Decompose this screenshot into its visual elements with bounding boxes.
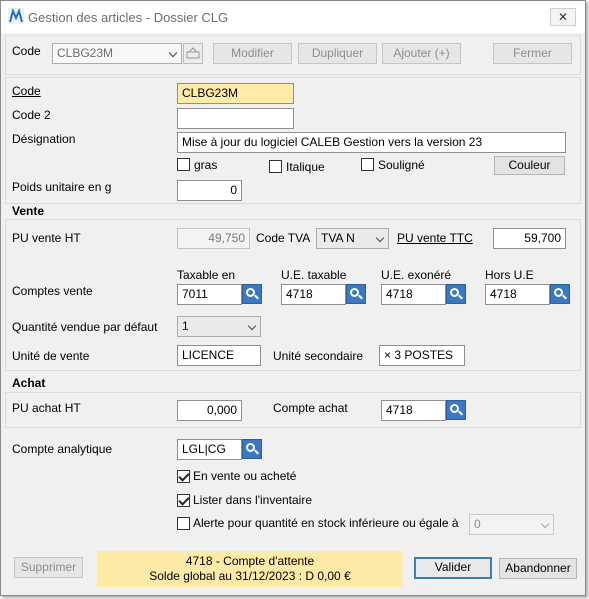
hors-ue-search-icon[interactable] [550,284,570,304]
alerte-seuil-value: 0 [474,517,481,531]
window-title: Gestion des articles - Dossier CLG [28,10,229,25]
poids-label: Poids unitaire en g [12,180,112,194]
title-bar: Gestion des articles - Dossier CLG ✕ [1,1,585,33]
ue-taxable-label: U.E. taxable [281,268,347,282]
status-line-2: Solde global au 31/12/2023 : D 0,00 € [149,569,351,583]
chevron-down-icon [540,519,550,529]
en-vente-label: En vente ou acheté [193,469,297,483]
pu-vente-ttc-field[interactable]: 59,700 [493,228,566,249]
ue-taxable-search-icon[interactable] [346,284,366,304]
couleur-button[interactable]: Couleur [494,156,565,175]
chevron-down-icon [375,233,385,243]
article-window: Gestion des articles - Dossier CLG ✕ Cod… [0,0,586,596]
pu-vente-ttc-label: PU vente TTC [397,231,473,245]
compte-analytique-field[interactable]: LGL|CG [177,439,242,460]
hors-ue-label: Hors U.E [485,268,534,282]
code-field[interactable]: CLBG23M [177,83,294,104]
unite-secondaire-field[interactable]: × 3 POSTES [379,345,465,366]
taxable-label: Taxable en [177,268,236,282]
alerte-label: Alerte pour quantité en stock inférieure… [193,516,459,530]
toolbar-code-label: Code [12,44,41,58]
compte-analytique-label: Compte analytique [12,442,113,456]
code2-field[interactable] [177,108,294,129]
qte-defaut-select[interactable]: 1 [177,316,261,337]
poids-field[interactable]: 0 [177,180,242,201]
vente-section-title: Vente [12,204,45,218]
supprimer-button[interactable]: Supprimer [14,557,83,578]
italique-checkbox[interactable] [269,160,282,173]
keyboard-icon[interactable] [183,43,203,64]
modifier-button[interactable]: Modifier [213,43,292,64]
pu-achat-field[interactable]: 0,000 [177,400,242,421]
compte-analytique-search-icon[interactable] [242,439,262,459]
compte-achat-field[interactable]: 4718 [381,400,446,421]
status-line-1: 4718 - Compte d'attente [185,554,315,568]
fermer-button[interactable]: Fermer [493,43,572,64]
compte-achat-search-icon[interactable] [446,400,466,420]
qte-defaut-value: 1 [182,319,189,333]
code-tva-value: TVA N [321,231,355,245]
pu-achat-label: PU achat HT [12,401,81,415]
compte-achat-label: Compte achat [273,401,348,415]
comptes-vente-label: Comptes vente [12,284,93,298]
achat-section-title: Achat [12,376,46,390]
valider-button[interactable]: Valider [414,557,492,579]
hors-ue-field[interactable]: 4718 [485,284,550,305]
en-vente-checkbox[interactable] [177,470,190,483]
gras-checkbox[interactable] [177,158,190,171]
code-tva-select[interactable]: TVA N [316,228,389,249]
gras-label: gras [194,158,218,172]
alerte-seuil-select[interactable]: 0 [469,514,554,535]
pu-vente-ttc-label-text: PU vente TTC [397,231,473,245]
code-label-text: Code [12,84,41,98]
italique-label: Italique [286,160,325,174]
ue-taxable-field[interactable]: 4718 [281,284,346,305]
inventaire-label: Lister dans l'inventaire [193,493,313,507]
taxable-field[interactable]: 7011 [177,284,242,305]
chevron-down-icon [168,48,178,58]
app-icon [8,8,24,24]
dupliquer-button[interactable]: Dupliquer [298,43,377,64]
code-tva-label: Code TVA [256,231,311,245]
pu-vente-ht-label: PU vente HT [12,231,81,245]
code-select-value: CLBG23M [57,46,114,60]
alerte-checkbox[interactable] [177,517,190,530]
ue-exonere-field[interactable]: 4718 [381,284,446,305]
abandonner-button[interactable]: Abandonner [499,558,577,579]
account-status-panel: 4718 - Compte d'attente Solde global au … [97,551,403,587]
chevron-down-icon [247,321,257,331]
pu-vente-ht-field[interactable]: 49,750 [177,228,250,249]
close-icon[interactable]: ✕ [550,8,576,26]
qte-defaut-label: Quantité vendue par défaut [12,320,158,334]
inventaire-checkbox[interactable] [177,494,190,507]
code-label: Code [12,84,41,98]
ajouter-button[interactable]: Ajouter (+) [382,43,461,64]
souligne-checkbox[interactable] [361,158,374,171]
souligne-label: Souligné [378,158,425,172]
code2-label: Code 2 [12,108,51,122]
ue-exonere-label: U.E. exonéré [381,268,452,282]
designation-field[interactable]: Mise à jour du logiciel CALEB Gestion ve… [177,132,566,153]
unite-secondaire-label: Unité secondaire [273,349,364,363]
designation-label: Désignation [12,132,76,146]
code-select[interactable]: CLBG23M [52,43,182,64]
ue-exonere-search-icon[interactable] [446,284,466,304]
unite-vente-field[interactable]: LICENCE [177,345,261,366]
unite-vente-label: Unité de vente [12,349,90,363]
taxable-search-icon[interactable] [242,284,262,304]
